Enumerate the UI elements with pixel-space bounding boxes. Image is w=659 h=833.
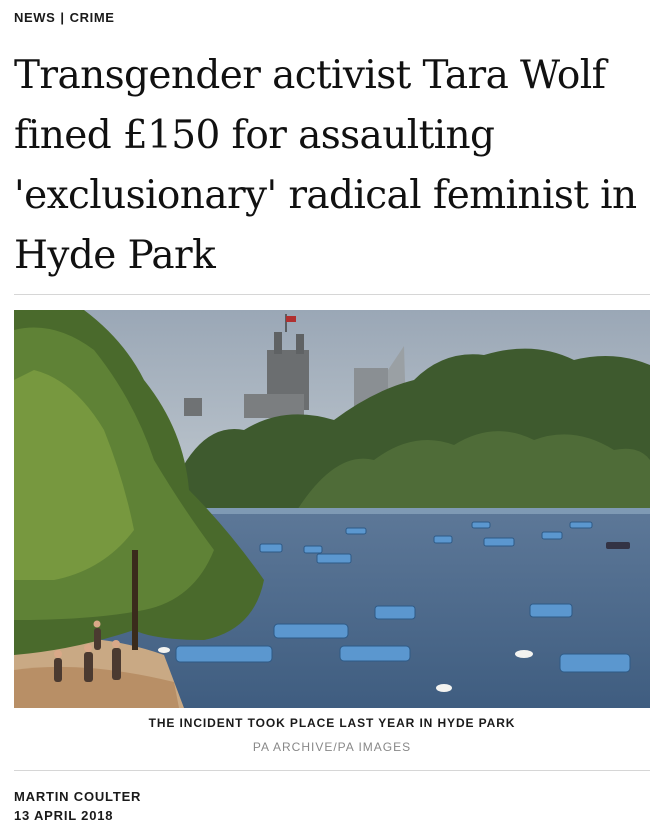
breadcrumb-crime-link[interactable]: CRIME [70, 10, 115, 25]
publish-date: 13 APRIL 2018 [14, 808, 114, 823]
breadcrumb-separator: | [60, 10, 65, 25]
breadcrumb-news-link[interactable]: NEWS [14, 10, 55, 25]
photo-credit: PA ARCHIVE/PA IMAGES [252, 740, 412, 754]
divider [14, 770, 650, 771]
breadcrumb: NEWS | CRIME [14, 10, 115, 25]
author-link[interactable]: MARTIN COULTER [14, 789, 141, 804]
photo-caption: THE INCIDENT TOOK PLACE LAST YEAR IN HYD… [148, 716, 516, 730]
divider [14, 294, 650, 295]
article-photo [14, 310, 650, 708]
article-headline: Transgender activist Tara Wolf fined £15… [14, 53, 637, 278]
